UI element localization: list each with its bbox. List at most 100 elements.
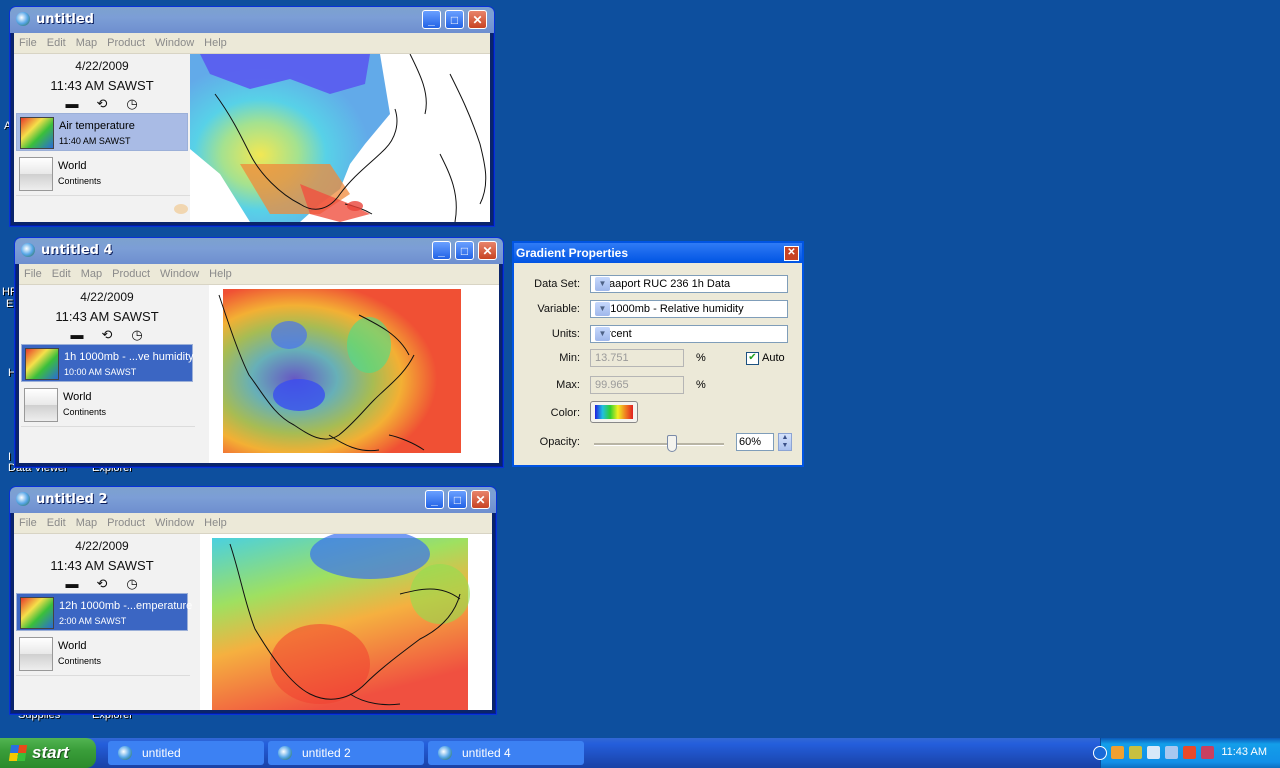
menu-file[interactable]: File [14,33,42,53]
window-untitled-4[interactable]: untitled 4 _ □ ✕ File Edit Map Product W… [14,237,504,468]
start-button[interactable]: start [0,738,96,768]
layer-time: 11:40 AM SAWST [59,136,131,146]
layer-item-world[interactable]: World Continents [16,154,188,192]
taskbar-item-untitled-4[interactable]: untitled 4 [428,741,584,765]
menu-product[interactable]: Product [102,33,150,53]
tray-expand-icon[interactable] [1093,746,1107,760]
minimize-button[interactable]: _ [422,10,441,29]
max-unit: % [696,379,706,391]
dataset-select[interactable]: Noaaport RUC 236 1h Data ▼ [590,275,788,293]
app-icon[interactable] [16,492,30,506]
layer-title: 12h 1000mb -...emperature [59,600,193,612]
auto-checkbox[interactable]: ✔ [746,352,759,365]
menu-map[interactable]: Map [71,513,102,533]
taskbar-item-label: untitled [142,746,181,760]
tray-security-icon[interactable] [1183,746,1196,759]
tray-app-icon[interactable] [1111,746,1124,759]
camera-icon[interactable]: ▬ [64,97,80,110]
tray-monitor-icon[interactable] [1147,746,1160,759]
camera-icon[interactable]: ▬ [69,328,85,341]
menu-help[interactable]: Help [204,264,237,284]
max-field[interactable]: 99.965 [590,376,684,394]
titlebar[interactable]: untitled 2 _ □ ✕ [10,487,496,513]
refresh-icon[interactable]: ⟲ [94,577,110,590]
layer-item-world[interactable]: World Continents [16,634,188,672]
map-canvas [190,54,487,222]
maximize-button[interactable]: □ [445,10,464,29]
menu-file[interactable]: File [19,264,47,284]
timer-icon[interactable]: ◷ [124,577,140,590]
refresh-icon[interactable]: ⟲ [99,328,115,341]
gradient-preview [595,405,633,419]
menu-help[interactable]: Help [199,33,232,53]
units-label: Units: [551,328,580,340]
layer-item-data[interactable]: Air temperature 11:40 AM SAWST [16,113,188,151]
menu-window[interactable]: Window [155,264,204,284]
timer-icon[interactable]: ◷ [124,97,140,110]
menu-map[interactable]: Map [71,33,102,53]
window-title: untitled 4 [41,243,113,258]
maximize-button[interactable]: □ [455,241,474,260]
variable-select[interactable]: 1h 1000mb - Relative humidity ▼ [590,300,788,318]
menu-edit[interactable]: Edit [42,33,71,53]
world-swatch-icon [19,157,53,191]
color-label: Color: [550,407,580,419]
opacity-spinner[interactable]: ▲ ▼ [778,433,792,451]
taskbar-item-untitled-2[interactable]: untitled 2 [268,741,424,765]
menu-window[interactable]: Window [150,33,199,53]
close-button[interactable]: ✕ [468,10,487,29]
color-gradient-button[interactable] [590,401,638,423]
camera-icon[interactable]: ▬ [64,577,80,590]
tray-display-icon[interactable] [1165,746,1178,759]
opacity-slider-thumb[interactable] [667,435,677,452]
tray-network-icon[interactable] [1129,746,1142,759]
app-icon[interactable] [16,12,30,26]
map-view[interactable] [200,534,492,710]
close-button[interactable]: ✕ [471,490,490,509]
maximize-button[interactable]: □ [448,490,467,509]
menu-edit[interactable]: Edit [47,264,76,284]
map-view[interactable] [209,285,499,463]
chevron-down-icon[interactable]: ▼ [595,277,610,291]
menu-bar: File Edit Map Product Window Help [19,264,499,285]
layer-item-world[interactable]: World Continents [21,385,193,423]
layer-item-data[interactable]: 12h 1000mb -...emperature 2:00 AM SAWST [16,593,192,631]
opacity-field[interactable]: 60% [736,433,774,451]
chevron-down-icon[interactable]: ▼ [595,327,610,341]
titlebar[interactable]: untitled _ □ ✕ [10,7,494,33]
close-button[interactable]: ✕ [478,241,497,260]
minimize-button[interactable]: _ [432,241,451,260]
dataset-value: Noaaport RUC 236 1h Data [595,278,731,290]
menu-product[interactable]: Product [102,513,150,533]
map-canvas [218,289,461,453]
min-field[interactable]: 13.751 [590,349,684,367]
window-untitled[interactable]: untitled _ □ ✕ File Edit Map Product Win… [9,6,495,227]
timer-icon[interactable]: ◷ [129,328,145,341]
refresh-icon[interactable]: ⟲ [94,97,110,110]
window-untitled-2[interactable]: untitled 2 _ □ ✕ File Edit Map Product W… [9,486,497,715]
layer-title: 1h 1000mb - ...ve humidity [64,351,194,363]
taskbar-item-label: untitled 4 [462,746,511,760]
dialog-titlebar[interactable]: Gradient Properties ✕ [514,243,802,263]
dialog-close-button[interactable]: ✕ [784,246,799,261]
menu-help[interactable]: Help [199,513,232,533]
titlebar[interactable]: untitled 4 _ □ ✕ [15,238,503,264]
map-view[interactable] [190,54,490,222]
layer-item-data[interactable]: 1h 1000mb - ...ve humidity 10:00 AM SAWS… [21,344,194,382]
window-title: untitled [36,12,94,27]
desktop-label-e[interactable]: E [6,298,13,310]
menu-edit[interactable]: Edit [42,513,71,533]
app-icon[interactable] [21,243,35,257]
chevron-down-icon[interactable]: ▼ [595,302,610,316]
menu-product[interactable]: Product [107,264,155,284]
menu-window[interactable]: Window [150,513,199,533]
opacity-slider[interactable] [594,435,724,452]
menu-map[interactable]: Map [76,264,107,284]
minimize-button[interactable]: _ [425,490,444,509]
gradient-properties-dialog[interactable]: Gradient Properties ✕ Data Set: Noaaport… [512,241,804,467]
taskbar-item-untitled[interactable]: untitled [108,741,264,765]
world-swatch-icon [19,637,53,671]
tray-shield-icon[interactable] [1201,746,1214,759]
units-select[interactable]: percent ▼ [590,325,788,343]
menu-file[interactable]: File [14,513,42,533]
